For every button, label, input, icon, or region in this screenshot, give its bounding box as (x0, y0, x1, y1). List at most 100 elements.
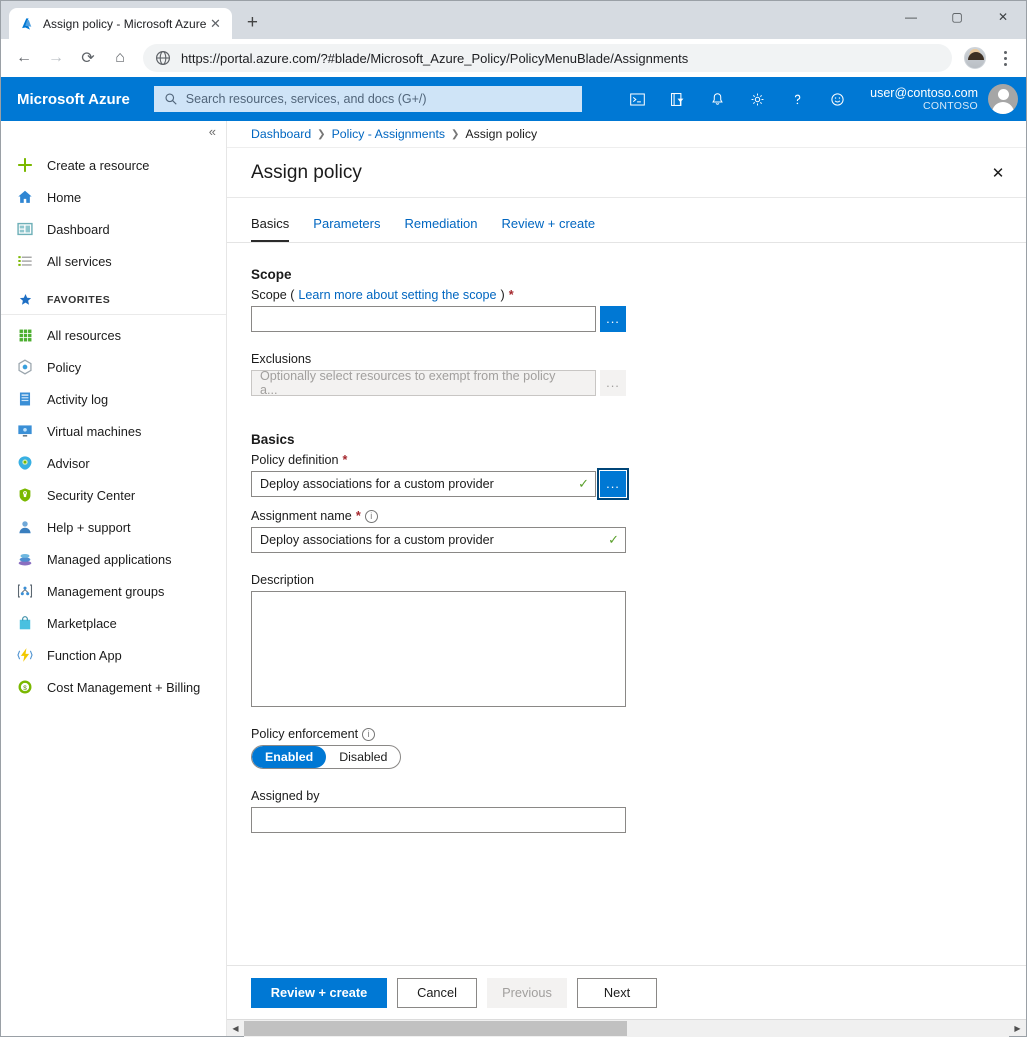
blade-tabs: Basics Parameters Remediation Review + c… (227, 198, 1026, 243)
scroll-left-arrow-icon[interactable]: ◀ (227, 1020, 244, 1037)
enforcement-enabled-option[interactable]: Enabled (252, 746, 326, 768)
sidebar-item-function-app[interactable]: Function App (1, 639, 226, 671)
cancel-button[interactable]: Cancel (397, 978, 477, 1008)
sidebar-item-label: Create a resource (47, 158, 149, 173)
browser-menu-button[interactable] (992, 43, 1018, 73)
sidebar-item-dashboard[interactable]: Dashboard (1, 213, 226, 245)
policy-enforcement-label-text: Policy enforcement (251, 727, 358, 741)
sidebar-item-create-a-resource[interactable]: Create a resource (1, 149, 226, 181)
collapse-sidebar-button[interactable]: « (209, 125, 216, 149)
breadcrumb: Dashboard ❯ Policy - Assignments ❯ Assig… (227, 121, 1026, 147)
spacer (251, 332, 1002, 352)
scroll-right-arrow-icon[interactable]: ▶ (1009, 1020, 1026, 1037)
sidebar-item-label: Managed applications (47, 552, 172, 567)
tab-basics[interactable]: Basics (251, 216, 289, 242)
sidebar-item-home[interactable]: Home (1, 181, 226, 213)
maximize-button[interactable]: ▢ (934, 1, 980, 33)
tab-close-icon[interactable]: ✕ (206, 15, 224, 33)
assignment-name-input[interactable]: Deploy associations for a custom provide… (251, 527, 626, 553)
sidebar-item-cost-management-billing[interactable]: $ Cost Management + Billing (1, 671, 226, 703)
scope-learn-more-link[interactable]: Learn more about setting the scope (298, 288, 496, 302)
sidebar-item-label: Policy (47, 360, 81, 375)
spacer (251, 707, 1002, 727)
sidebar-item-marketplace[interactable]: Marketplace (1, 607, 226, 639)
cloud-shell-icon[interactable] (618, 79, 656, 119)
forward-button[interactable]: → (41, 43, 71, 73)
reload-button[interactable]: ⟳ (73, 43, 103, 73)
sidebar-item-activity-log[interactable]: Activity log (1, 383, 226, 415)
address-bar-url: https://portal.azure.com/?#blade/Microso… (181, 51, 688, 66)
sidebar-item-advisor[interactable]: Advisor (1, 447, 226, 479)
close-window-button[interactable]: ✕ (980, 1, 1026, 33)
sidebar-item-label: Function App (47, 648, 122, 663)
scope-field-label: Scope (Learn more about setting the scop… (251, 288, 1002, 302)
review-create-button[interactable]: Review + create (251, 978, 387, 1008)
sidebar-item-help-support[interactable]: Help + support (1, 511, 226, 543)
directory-filter-icon[interactable] (658, 79, 696, 119)
breadcrumb-dashboard[interactable]: Dashboard (251, 127, 311, 141)
info-icon[interactable]: i (365, 510, 378, 523)
azure-favicon-icon (19, 16, 35, 32)
previous-button[interactable]: Previous (487, 978, 567, 1008)
sidebar-item-all-resources[interactable]: All resources (1, 319, 226, 351)
blade-header: Assign policy ✕ (227, 148, 1026, 198)
feedback-smiley-icon[interactable] (818, 79, 856, 119)
scrollbar-track[interactable] (244, 1020, 1009, 1037)
sidebar-item-managed-applications[interactable]: Managed applications (1, 543, 226, 575)
notifications-bell-icon[interactable] (698, 79, 736, 119)
policy-definition-input[interactable]: Deploy associations for a custom provide… (251, 471, 596, 497)
help-icon[interactable] (778, 79, 816, 119)
svg-text:$: $ (23, 685, 27, 692)
page-title: Assign policy (251, 162, 362, 184)
managed-applications-icon (15, 549, 35, 569)
horizontal-scrollbar[interactable]: ◀ ▶ (227, 1019, 1026, 1036)
assigned-by-input[interactable] (251, 807, 626, 833)
close-icon[interactable]: ✕ (984, 159, 1012, 187)
back-button[interactable]: ← (9, 43, 39, 73)
policy-definition-browse-button[interactable]: ... (600, 471, 626, 497)
info-icon[interactable]: i (362, 728, 375, 741)
azure-search-input[interactable]: Search resources, services, and docs (G+… (154, 86, 582, 112)
sidebar-item-security-center[interactable]: Security Center (1, 479, 226, 511)
exclusions-input[interactable]: Optionally select resources to exempt fr… (251, 370, 596, 396)
enforcement-disabled-option[interactable]: Disabled (326, 746, 400, 768)
sidebar-collapse-row: « (1, 125, 226, 149)
policy-icon (15, 357, 35, 377)
assign-policy-form: Scope Scope (Learn more about setting th… (227, 243, 1026, 965)
address-bar[interactable]: https://portal.azure.com/?#blade/Microso… (143, 44, 952, 72)
scope-input[interactable] (251, 306, 596, 332)
browser-tab[interactable]: Assign policy - Microsoft Azure ✕ (9, 8, 232, 39)
home-button[interactable]: ⌂ (105, 43, 135, 73)
tab-remediation[interactable]: Remediation (405, 216, 478, 242)
account-info[interactable]: user@contoso.com CONTOSO (870, 86, 978, 112)
favorites-label: FAVORITES (47, 294, 110, 306)
sidebar-item-all-services[interactable]: All services (1, 245, 226, 277)
description-textarea[interactable] (251, 591, 626, 707)
spacer (251, 497, 1002, 509)
scope-section-title: Scope (251, 267, 1002, 282)
exclusions-browse-button[interactable]: ... (600, 370, 626, 396)
sidebar-item-policy[interactable]: Policy (1, 351, 226, 383)
tab-review-create[interactable]: Review + create (502, 216, 596, 242)
sidebar-item-virtual-machines[interactable]: Virtual machines (1, 415, 226, 447)
exclusions-label-text: Exclusions (251, 352, 311, 366)
sidebar-item-management-groups[interactable]: Management groups (1, 575, 226, 607)
spacer (251, 769, 1002, 789)
scrollbar-thumb[interactable] (244, 1021, 627, 1036)
settings-gear-icon[interactable] (738, 79, 776, 119)
next-button[interactable]: Next (577, 978, 657, 1008)
policy-definition-value: Deploy associations for a custom provide… (260, 477, 494, 491)
minimize-button[interactable]: — (888, 1, 934, 33)
tab-parameters[interactable]: Parameters (313, 216, 380, 242)
breadcrumb-policy-assignments[interactable]: Policy - Assignments (332, 127, 445, 141)
azure-top-bar: Microsoft Azure Search resources, servic… (1, 77, 1026, 121)
account-avatar[interactable] (988, 84, 1018, 114)
new-tab-button[interactable]: + (238, 9, 266, 37)
scope-browse-button[interactable]: ... (600, 306, 626, 332)
account-tenant: CONTOSO (923, 100, 978, 112)
assignment-name-row: Deploy associations for a custom provide… (251, 527, 1002, 553)
required-asterisk: * (343, 453, 348, 467)
azure-brand[interactable]: Microsoft Azure (17, 91, 130, 108)
browser-profile-avatar[interactable] (964, 47, 986, 69)
policy-enforcement-toggle: Enabled Disabled (251, 745, 401, 769)
